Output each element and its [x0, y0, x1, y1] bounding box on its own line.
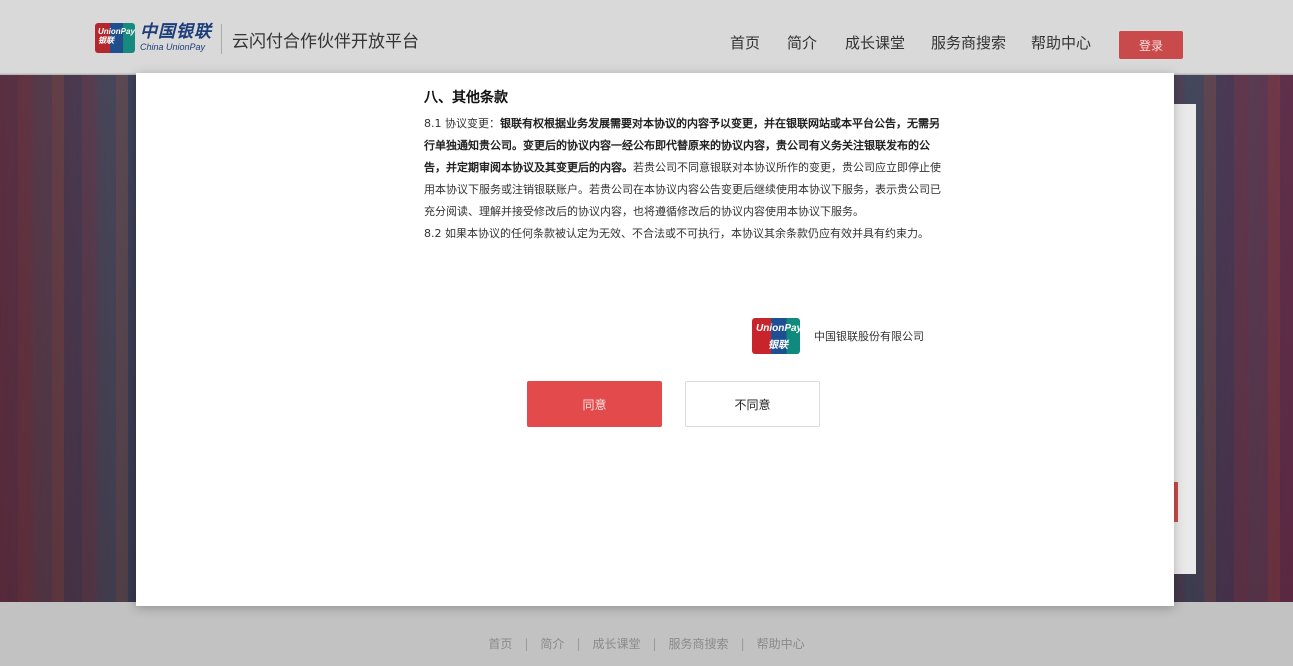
top-header: UnionPay 银联 中国银联 China UnionPay 云闪付合作伙伴开… — [0, 0, 1293, 74]
disagree-button[interactable]: 不同意 — [685, 381, 820, 427]
footer-link-growth-class[interactable]: 成长课堂 — [592, 636, 640, 652]
logo-divider — [221, 24, 222, 54]
footer-links: 首页 | 简介 | 成长课堂 | 服务商搜索 | 帮助中心 — [0, 636, 1293, 652]
unionpay-logo-icon: UnionPay 银联 — [95, 23, 135, 53]
nav-intro[interactable]: 简介 — [787, 32, 817, 54]
background-left-glow — [0, 75, 140, 602]
footer-separator: | — [524, 637, 529, 651]
unionpay-logo-icon: UnionPay 银联 — [752, 318, 800, 354]
agreement-content: 八、其他条款 8.1 协议变更：银联有权根据业务发展需要对本协议的内容予以变更，… — [424, 87, 949, 245]
logo-english: China UnionPay — [140, 42, 206, 52]
footer-link-intro[interactable]: 简介 — [540, 636, 564, 652]
agree-button[interactable]: 同意 — [527, 381, 662, 427]
nav-help-center[interactable]: 帮助中心 — [1031, 32, 1091, 54]
logo-text: 中国银联 China UnionPay — [140, 24, 212, 52]
clause-8-2: 8.2 如果本协议的任何条款被认定为无效、不合法或不可执行，本协议其余条款仍应有… — [424, 227, 929, 240]
logo-chinese: 中国银联 — [140, 22, 212, 42]
login-button[interactable]: 登录 — [1119, 31, 1183, 59]
agreement-modal: 八、其他条款 8.1 协议变更：银联有权根据业务发展需要对本协议的内容予以变更，… — [136, 73, 1174, 606]
platform-title: 云闪付合作伙伴开放平台 — [232, 32, 419, 52]
clause-8-1: 8.1 协议变更：银联有权根据业务发展需要对本协议的内容予以变更，并在银联网站或… — [424, 113, 949, 223]
sign-logo-top: UnionPay — [756, 323, 800, 334]
background-side-accent — [1174, 482, 1178, 522]
brand-logo[interactable]: UnionPay 银联 中国银联 China UnionPay — [95, 22, 212, 54]
footer-separator: | — [576, 637, 581, 651]
section-title: 八、其他条款 — [424, 90, 508, 106]
nav-growth-class[interactable]: 成长课堂 — [845, 32, 905, 54]
footer-link-help-center[interactable]: 帮助中心 — [757, 636, 805, 652]
signature-row: UnionPay 银联 中国银联股份有限公司 — [752, 318, 924, 354]
footer-link-provider-search[interactable]: 服务商搜索 — [669, 636, 729, 652]
company-name: 中国银联股份有限公司 — [814, 330, 924, 343]
footer-separator: | — [740, 637, 745, 651]
footer-link-home[interactable]: 首页 — [488, 636, 512, 652]
logo-badge-text: UnionPay 银联 — [98, 27, 135, 45]
page-footer: 首页 | 简介 | 成长课堂 | 服务商搜索 | 帮助中心 — [0, 602, 1293, 666]
sign-logo-bottom: 银联 — [768, 340, 788, 351]
footer-separator: | — [652, 637, 657, 651]
nav-provider-search[interactable]: 服务商搜索 — [931, 32, 1006, 54]
nav-home[interactable]: 首页 — [730, 32, 760, 54]
clause-8-1-prefix: 8.1 协议变更： — [424, 117, 500, 130]
